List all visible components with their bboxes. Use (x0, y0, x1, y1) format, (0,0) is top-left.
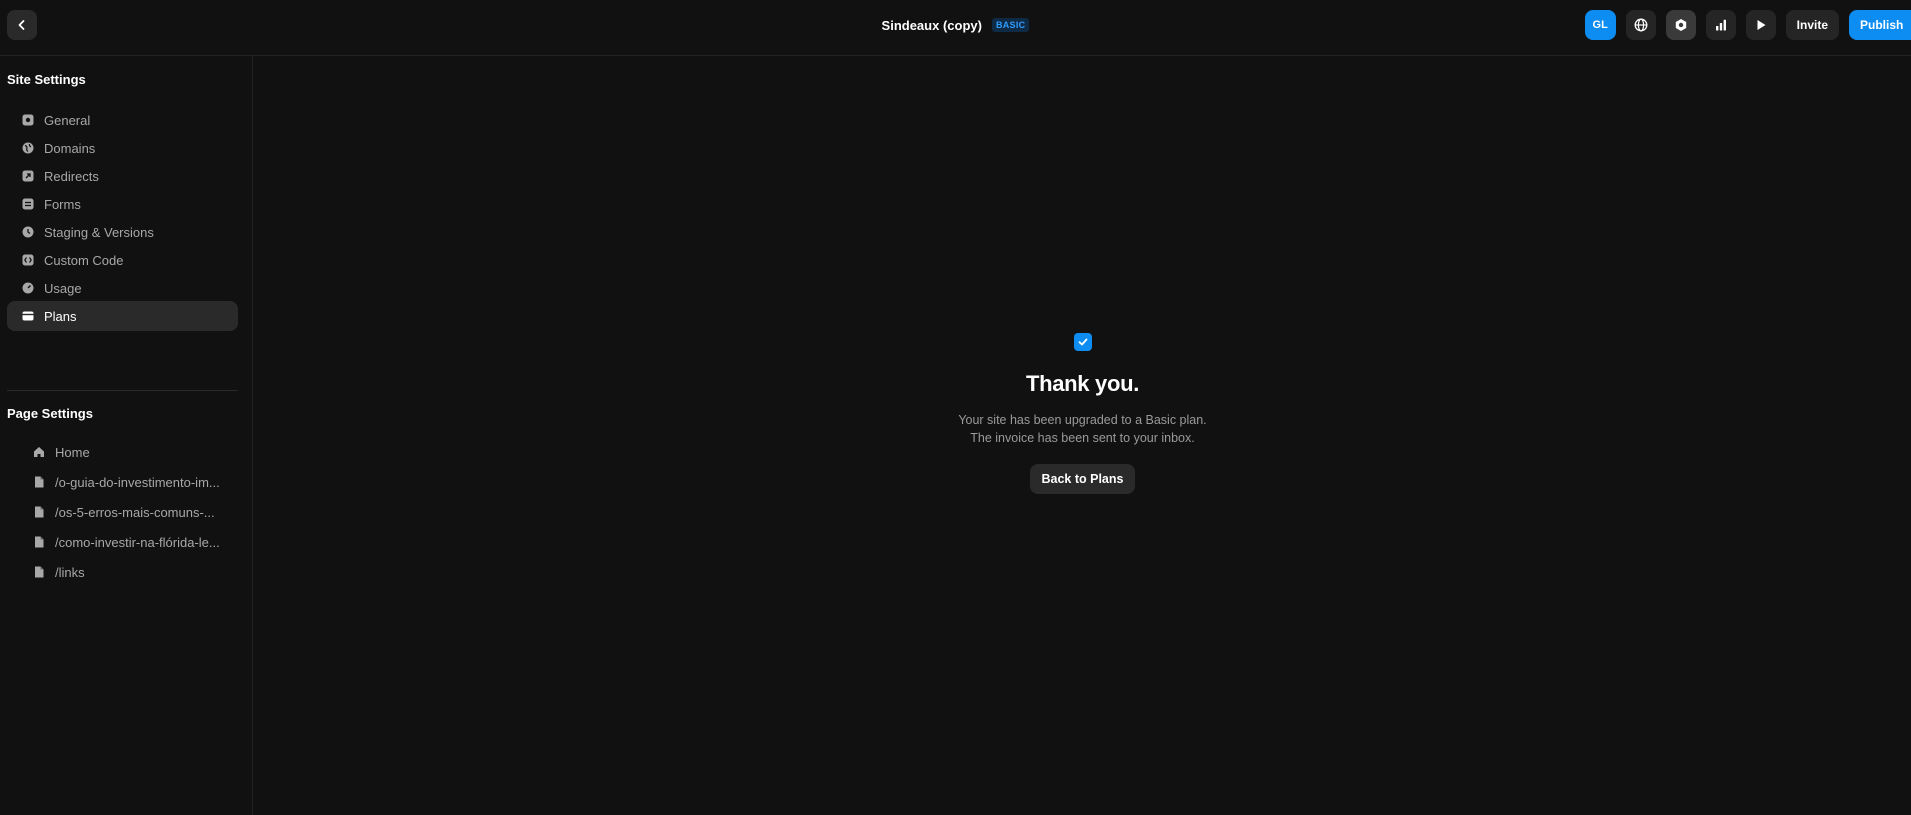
gear-icon (21, 114, 34, 127)
site-settings-title: Site Settings (7, 72, 86, 87)
page-item-label: /os-5-erros-mais-comuns-... (55, 504, 215, 520)
card-icon (21, 310, 34, 323)
sidebar-item-custom-code[interactable]: Custom Code (7, 245, 238, 275)
confirmation-line-1: Your site has been upgraded to a Basic p… (958, 413, 1207, 427)
file-icon (32, 476, 45, 489)
page-item-label: /links (55, 564, 85, 580)
upgrade-confirmation: Thank you. Your site has been upgraded t… (254, 333, 1911, 494)
home-icon (32, 446, 45, 459)
file-icon (32, 506, 45, 519)
page-item[interactable]: /links (32, 559, 238, 585)
sidebar-item-label: General (44, 112, 91, 128)
sidebar-item-plans[interactable]: Plans (7, 301, 238, 331)
sidebar-item-label: Staging & Versions (44, 224, 154, 240)
confirmation-line-2: The invoice has been sent to your inbox. (970, 431, 1195, 445)
play-icon (1757, 20, 1766, 30)
sidebar: Site Settings General Domains Redirects … (0, 56, 253, 815)
sidebar-item-usage[interactable]: Usage (7, 273, 238, 303)
avatar[interactable]: GL (1584, 10, 1616, 40)
file-icon (32, 536, 45, 549)
back-button[interactable] (7, 10, 37, 40)
sidebar-item-domains[interactable]: Domains (7, 133, 238, 163)
sidebar-item-redirects[interactable]: Redirects (7, 161, 238, 191)
sidebar-item-label: Redirects (44, 168, 99, 184)
page-item-label: /o-guia-do-investimento-im... (55, 474, 220, 490)
redirect-icon (21, 170, 34, 183)
form-icon (21, 198, 34, 211)
top-actions: GL Invite Publish (1584, 10, 1911, 40)
page-item[interactable]: /como-investir-na-flórida-le... (32, 529, 238, 555)
top-bar: Sindeaux (copy) BASIC GL Invite Publish (0, 0, 1911, 56)
page-item-home[interactable]: Home (32, 439, 238, 465)
gear-icon (1675, 19, 1686, 31)
sidebar-item-general[interactable]: General (7, 105, 238, 135)
back-to-plans-button[interactable]: Back to Plans (1029, 464, 1136, 494)
sidebar-item-label: Usage (44, 280, 82, 296)
file-icon (32, 566, 45, 579)
confirmation-message: Your site has been upgraded to a Basic p… (958, 411, 1206, 447)
code-icon (21, 254, 34, 267)
page-item-label: /como-investir-na-flórida-le... (55, 534, 220, 550)
thank-you-heading: Thank you. (1025, 371, 1140, 396)
bar-chart-icon (1715, 19, 1726, 31)
sidebar-item-label: Domains (44, 140, 96, 156)
publish-button[interactable]: Publish (1849, 10, 1911, 40)
globe-icon (1634, 18, 1648, 32)
checkmark-icon (1073, 333, 1092, 351)
page-item[interactable]: /os-5-erros-mais-comuns-... (32, 499, 238, 525)
sidebar-item-label: Plans (44, 308, 77, 324)
chevron-left-icon (18, 20, 25, 30)
preview-button[interactable] (1745, 10, 1776, 40)
invite-button[interactable]: Invite (1785, 10, 1839, 40)
analytics-button[interactable] (1705, 10, 1736, 40)
page-item[interactable]: /o-guia-do-investimento-im... (32, 469, 238, 495)
sidebar-item-staging-versions[interactable]: Staging & Versions (7, 217, 238, 247)
site-title: Sindeaux (copy) (881, 17, 982, 33)
gauge-icon (21, 282, 34, 295)
globe-icon (21, 142, 34, 155)
sidebar-item-label: Forms (44, 196, 81, 212)
main-content: Thank you. Your site has been upgraded t… (254, 56, 1911, 815)
clock-icon (21, 226, 34, 239)
sidebar-item-forms[interactable]: Forms (7, 189, 238, 219)
sidebar-divider (7, 390, 238, 391)
page-settings-title: Page Settings (7, 406, 93, 421)
language-button[interactable] (1625, 10, 1656, 40)
page-item-label: Home (55, 444, 90, 460)
settings-button[interactable] (1665, 10, 1696, 40)
sidebar-item-label: Custom Code (44, 252, 124, 268)
plan-badge: BASIC (991, 18, 1030, 32)
